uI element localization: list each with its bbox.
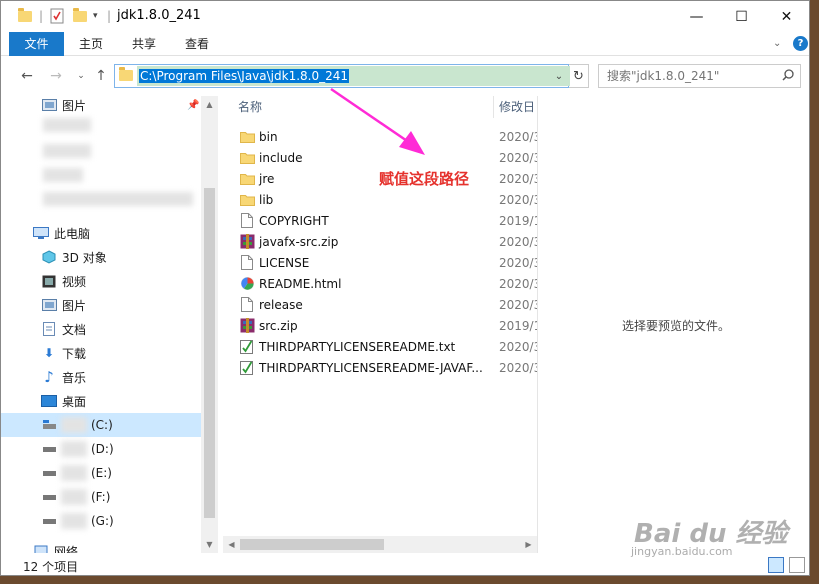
annotation-text: 赋值这段路径 (379, 170, 470, 188)
baidu-watermark-url: jingyan.baidu.com (631, 545, 733, 558)
annotation-arrow (330, 87, 425, 155)
explorer-window: | ▾ | jdk1.8.0_241 — ☐ ✕ 文件 主页 共享 查看 ⌄ ?… (0, 0, 810, 576)
